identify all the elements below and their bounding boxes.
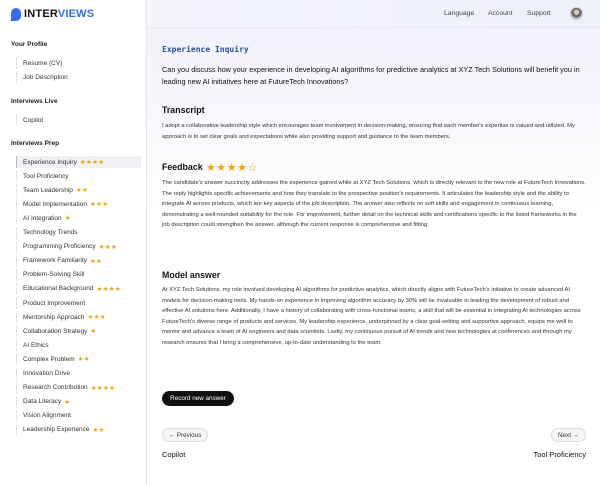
sidebar-item-label: Team Leadership	[23, 186, 73, 194]
sidebar-item-label: AI Ethics	[23, 341, 49, 349]
sidebar-item-prep[interactable]: Research Contribution ★★★★	[16, 381, 141, 394]
sidebar-item-prep[interactable]: Data Literacy ★	[16, 395, 141, 408]
sidebar-item-label: Experience Inquiry	[23, 158, 77, 166]
feedback-star-empty-icon: ☆	[247, 162, 258, 174]
logo-prefix: INTER	[24, 8, 58, 20]
sidebar-item-prep[interactable]: AI Integration ★	[16, 212, 141, 225]
transcript-heading: Transcript	[162, 105, 205, 115]
rating-stars: ★★	[75, 187, 89, 195]
feedback-rating: ★★★★☆	[206, 161, 258, 174]
rating-stars: ★★	[92, 426, 105, 434]
sidebar-item-label: Data Literacy	[23, 398, 62, 406]
section-title-interviews-live: Interviews Live	[11, 98, 58, 105]
rating-stars: ★★	[77, 356, 90, 364]
rating-stars: ★	[64, 398, 71, 406]
feedback-heading: Feedback	[162, 162, 203, 172]
sidebar-item-resume[interactable]: Resume (CV)	[16, 57, 141, 69]
sidebar-item-label: Programming Proficiency	[23, 243, 96, 251]
sidebar-item-copilot[interactable]: Copilot	[16, 114, 141, 126]
rating-stars: ★★★★	[79, 159, 105, 166]
sidebar-item-prep[interactable]: Innovation Drive	[16, 367, 141, 380]
support-link[interactable]: Support	[527, 10, 551, 17]
sidebar-item-label: Innovation Drive	[23, 370, 70, 377]
sidebar-item-label: Product Improvement	[23, 299, 86, 307]
main-background	[147, 28, 600, 485]
sidebar-item-prep[interactable]: Complex Problem ★★	[16, 353, 141, 366]
model-answer-heading: Model answer	[162, 270, 221, 280]
sidebar-item-prep[interactable]: Team Leadership ★★	[16, 184, 141, 197]
next-label[interactable]: Tool Proficiency	[533, 450, 586, 459]
sidebar-item-label: Leadership Experience	[23, 426, 90, 434]
rating-stars: ★★	[89, 257, 103, 265]
logo-suffix: VIEWS	[57, 8, 95, 20]
section-title-interviews-prep: Interviews Prep	[11, 140, 60, 147]
sidebar-item-prep[interactable]: Leadership Experience ★★	[16, 423, 141, 436]
previous-label[interactable]: Copilot	[162, 450, 185, 459]
record-new-answer-button[interactable]: Record new answer	[162, 391, 234, 406]
rating-stars: ★★★	[98, 243, 117, 251]
sidebar-item-prep[interactable]: Problem-Solving Skill	[16, 268, 141, 281]
next-button[interactable]: Next →	[551, 428, 586, 442]
top-bar: Language Account Support	[147, 0, 600, 28]
rating-stars: ★★★	[89, 201, 109, 209]
sidebar-item-prep[interactable]: Programming Proficiency ★★★	[16, 240, 141, 253]
logo-text: INTERVIEWS	[24, 8, 94, 20]
sidebar-item-prep[interactable]: Model Implementation ★★★	[16, 198, 141, 211]
sidebar-item-label: Mentorship Approach	[23, 313, 85, 321]
section-title-your-profile: Your Profile	[11, 41, 48, 48]
sidebar-item-label: Complex Problem	[23, 355, 75, 363]
sidebar-item-prep[interactable]: Mentorship Approach ★★★	[16, 311, 141, 324]
feedback-stars-filled: ★★★★	[206, 162, 248, 174]
brand-logo[interactable]: INTERVIEWS	[11, 7, 94, 21]
sidebar-item-label: Collaboration Strategy	[23, 327, 88, 335]
feedback-text: The candidate's answer succinctly addres…	[162, 180, 586, 229]
sidebar-item-prep[interactable]: Vision Alignment	[16, 409, 141, 422]
sidebar-item-prep[interactable]: Collaboration Strategy ★	[16, 325, 141, 338]
sidebar-item-label: Model Implementation	[23, 200, 87, 208]
sidebar-item-prep[interactable]: Product Improvement	[16, 297, 141, 309]
question-text: Can you discuss how your experience in d…	[162, 65, 580, 86]
sidebar-item-prep[interactable]: Experience Inquiry ★★★★	[16, 156, 141, 168]
model-answer-text: At XYZ Tech Solutions, my role involved …	[162, 287, 581, 346]
previous-button[interactable]: ← Previous	[162, 428, 208, 442]
rating-stars: ★	[64, 215, 71, 223]
sidebar: INTERVIEWS Your Profile Resume (CV) Job …	[0, 0, 147, 485]
sidebar-item-label: AI Integration	[23, 214, 62, 222]
rating-stars: ★★★★	[96, 285, 121, 293]
account-link[interactable]: Account	[488, 10, 513, 17]
sidebar-item-prep[interactable]: AI Ethics	[16, 339, 141, 352]
logo-icon	[11, 7, 21, 21]
sidebar-item-prep[interactable]: Framework Familiarity ★★	[16, 254, 141, 267]
sidebar-item-label: Technology Trends	[23, 229, 78, 236]
rating-stars: ★★★★	[90, 384, 116, 392]
avatar[interactable]	[570, 7, 583, 20]
sidebar-item-prep[interactable]: Technology Trends	[16, 226, 141, 239]
sidebar-item-label: Educational Background	[23, 285, 94, 293]
page-title: Experience Inquiry	[162, 45, 249, 54]
sidebar-item-label: Tool Proficiency	[23, 172, 69, 180]
language-link[interactable]: Language	[444, 10, 474, 17]
sidebar-item-prep[interactable]: Tool Proficiency	[16, 170, 141, 183]
rating-stars: ★	[90, 328, 97, 336]
sidebar-item-label: Vision Alignment	[23, 412, 71, 420]
sidebar-item-label: Problem-Solving Skill	[23, 271, 85, 279]
sidebar-item-job-description[interactable]: Job Description	[16, 71, 141, 83]
rating-stars: ★★★	[87, 314, 106, 322]
sidebar-item-label: Research Contribution	[23, 384, 88, 392]
transcript-text: I adopt a collaborative leadership style…	[162, 123, 575, 140]
sidebar-item-label: Framework Familiarity	[23, 257, 87, 265]
sidebar-item-prep[interactable]: Educational Background ★★★★	[16, 282, 141, 295]
